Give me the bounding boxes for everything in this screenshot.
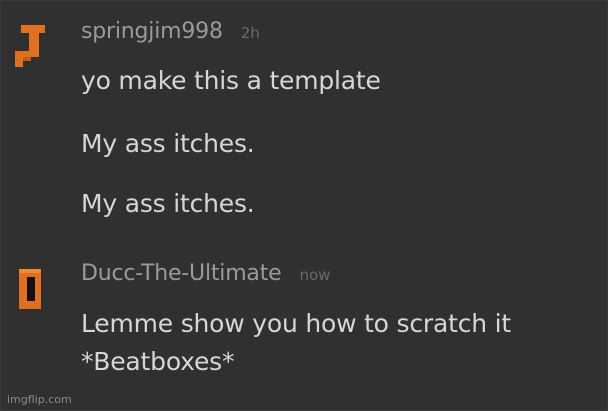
watermark: imgflip.com [7,393,72,406]
comment-thread: springjim998 2h yo make this a template … [0,0,608,411]
username[interactable]: springjim998 [81,19,223,44]
timestamp: 2h [240,24,260,42]
username[interactable]: Ducc-The-Ultimate [81,261,282,286]
timestamp: now [299,266,331,284]
comment-text: yo make this a template [81,66,381,95]
comment-text: *Beatboxes* [81,347,235,376]
comment-text: Lemme show you how to scratch it [81,309,511,338]
pixel-j-avatar-icon [15,25,45,67]
avatar[interactable] [9,25,49,69]
comment-text: My ass itches. [81,189,255,218]
avatar[interactable] [9,267,49,311]
comment-meta: Ducc-The-Ultimate now [81,261,330,295]
pixel-d-avatar-icon [19,269,41,309]
comment-meta: springjim998 2h [81,19,260,53]
comment-text: My ass itches. [81,129,255,158]
